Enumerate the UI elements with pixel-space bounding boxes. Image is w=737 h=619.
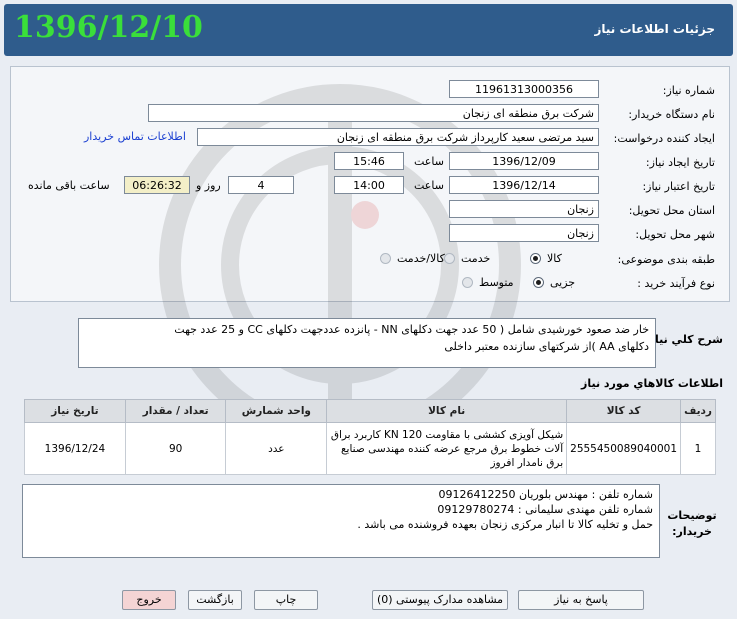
- col-qty-header: تعداد / مقدار: [124, 399, 227, 423]
- created-date-label: تاریخ ایجاد نیاز:: [645, 156, 715, 169]
- col-index-header: ردیف: [680, 399, 716, 423]
- category-option-goods[interactable]: کالا: [530, 252, 562, 265]
- col-name-header: نام کالا: [326, 399, 568, 423]
- remaining-time-field: 06:26:32: [124, 176, 190, 194]
- remaining-label: ساعت باقی مانده: [28, 179, 110, 192]
- created-date-field: 1396/12/09: [449, 152, 599, 170]
- table-row: 1 2555450089040001 شیکل آویزی کششی با مق…: [24, 422, 716, 475]
- days-label: روز و: [196, 179, 221, 192]
- process-option-medium-label: متوسط: [479, 276, 514, 289]
- buyer-org-label: نام دستگاه خریدار:: [628, 108, 715, 121]
- col-code-header: کد کالا: [566, 399, 682, 423]
- description-line: دکلهای AA )از شرکتهای سازنده معتبر داخلی: [444, 340, 649, 353]
- description-label: شرح کلي نیاز:: [644, 333, 723, 346]
- radio-icon[interactable]: [380, 253, 391, 264]
- province-label: استان محل تحویل:: [628, 204, 715, 217]
- buyer-notes-box: شماره تلفن : مهندس بلوریان 09126412250 ش…: [22, 484, 660, 558]
- validity-date-field: 1396/12/14: [449, 176, 599, 194]
- validity-date-label: تاریخ اعتبار نیاز:: [642, 180, 715, 193]
- buyer-contact-link[interactable]: اطلاعات تماس خریدار: [84, 130, 186, 143]
- requester-field: سید مرتضی سعید کارپرداز شرکت برق منطقه ا…: [197, 128, 599, 146]
- process-label: نوع فرآیند خرید :: [637, 277, 715, 290]
- buyer-org-field: شرکت برق منطقه ای زنجان: [148, 104, 599, 122]
- city-field: زنجان: [449, 224, 599, 242]
- row-qty: 90: [124, 422, 227, 475]
- category-option-goods-service[interactable]: کالا/خدمت: [380, 252, 445, 265]
- row-index: 1: [680, 422, 716, 475]
- validity-time-field: 14:00: [334, 176, 404, 194]
- validity-time-label: ساعت: [414, 179, 444, 192]
- items-section-title: اطلاعات کالاهاي مورد نیاز: [581, 377, 723, 390]
- city-label: شهر محل تحویل:: [635, 228, 715, 241]
- row-code: 2555450089040001: [566, 422, 682, 475]
- row-name: شیکل آویزی کششی با مقاومت KN 120 کاربرد …: [326, 422, 568, 475]
- attachments-button[interactable]: مشاهده مدارک پیوستی (0): [372, 590, 508, 610]
- category-option-goods-label: کالا: [547, 252, 562, 265]
- process-option-minor[interactable]: جزیی: [533, 276, 575, 289]
- radio-icon[interactable]: [444, 253, 455, 264]
- category-label: طبقه بندی موضوعی:: [617, 253, 715, 266]
- col-date-header: تاریخ نیاز: [24, 399, 126, 423]
- created-time-label: ساعت: [414, 155, 444, 168]
- print-button[interactable]: چاپ: [254, 590, 318, 610]
- buyer-notes-label: توضیحات خریدار:: [667, 509, 717, 538]
- page-title: جزئیات اطلاعات نیاز: [594, 22, 715, 36]
- radio-icon[interactable]: [462, 277, 473, 288]
- category-option-service-label: خدمت: [461, 252, 491, 265]
- notes-line: شماره تلفن : مهندس بلوریان 09126412250: [438, 488, 654, 501]
- need-number-field: 11961313000356: [449, 80, 599, 98]
- category-option-service[interactable]: خدمت: [444, 252, 490, 265]
- back-button[interactable]: بازگشت: [188, 590, 242, 610]
- row-unit: عدد: [225, 422, 328, 475]
- description-box: خار ضد صعود خورشیدی شامل ( 50 عدد جهت دک…: [78, 318, 656, 368]
- process-option-medium[interactable]: متوسط: [462, 276, 514, 289]
- row-date: 1396/12/24: [24, 422, 126, 475]
- created-time-field: 15:46: [334, 152, 404, 170]
- col-unit-header: واحد شمارش: [225, 399, 328, 423]
- header-bar: جزئیات اطلاعات نیاز 1396/12/10: [4, 4, 733, 56]
- process-option-minor-label: جزیی: [550, 276, 576, 289]
- table-header-row: ردیف کد کالا نام کالا واحد شمارش تعداد /…: [24, 399, 716, 423]
- reply-button[interactable]: پاسخ به نیاز: [518, 590, 644, 610]
- header-date: 1396/12/10: [14, 10, 203, 45]
- notes-line: شماره تلفن مهندی سلیمانی : 09129780274: [437, 503, 653, 516]
- radio-checked-icon[interactable]: [530, 253, 541, 264]
- notes-line: حمل و تخلیه کالا تا انبار مرکزی زنجان بع…: [357, 518, 653, 531]
- category-option-goods-service-label: کالا/خدمت: [397, 252, 445, 265]
- need-number-label: شماره نیاز:: [662, 84, 715, 97]
- remaining-days-field: 4: [228, 176, 294, 194]
- exit-button[interactable]: خروج: [122, 590, 176, 610]
- description-line: خار ضد صعود خورشیدی شامل ( 50 عدد جهت دک…: [174, 323, 649, 336]
- radio-checked-icon[interactable]: [533, 277, 544, 288]
- province-field: زنجان: [449, 200, 599, 218]
- requester-label: ایجاد کننده درخواست:: [613, 132, 715, 145]
- items-table: ردیف کد کالا نام کالا واحد شمارش تعداد /…: [24, 399, 716, 475]
